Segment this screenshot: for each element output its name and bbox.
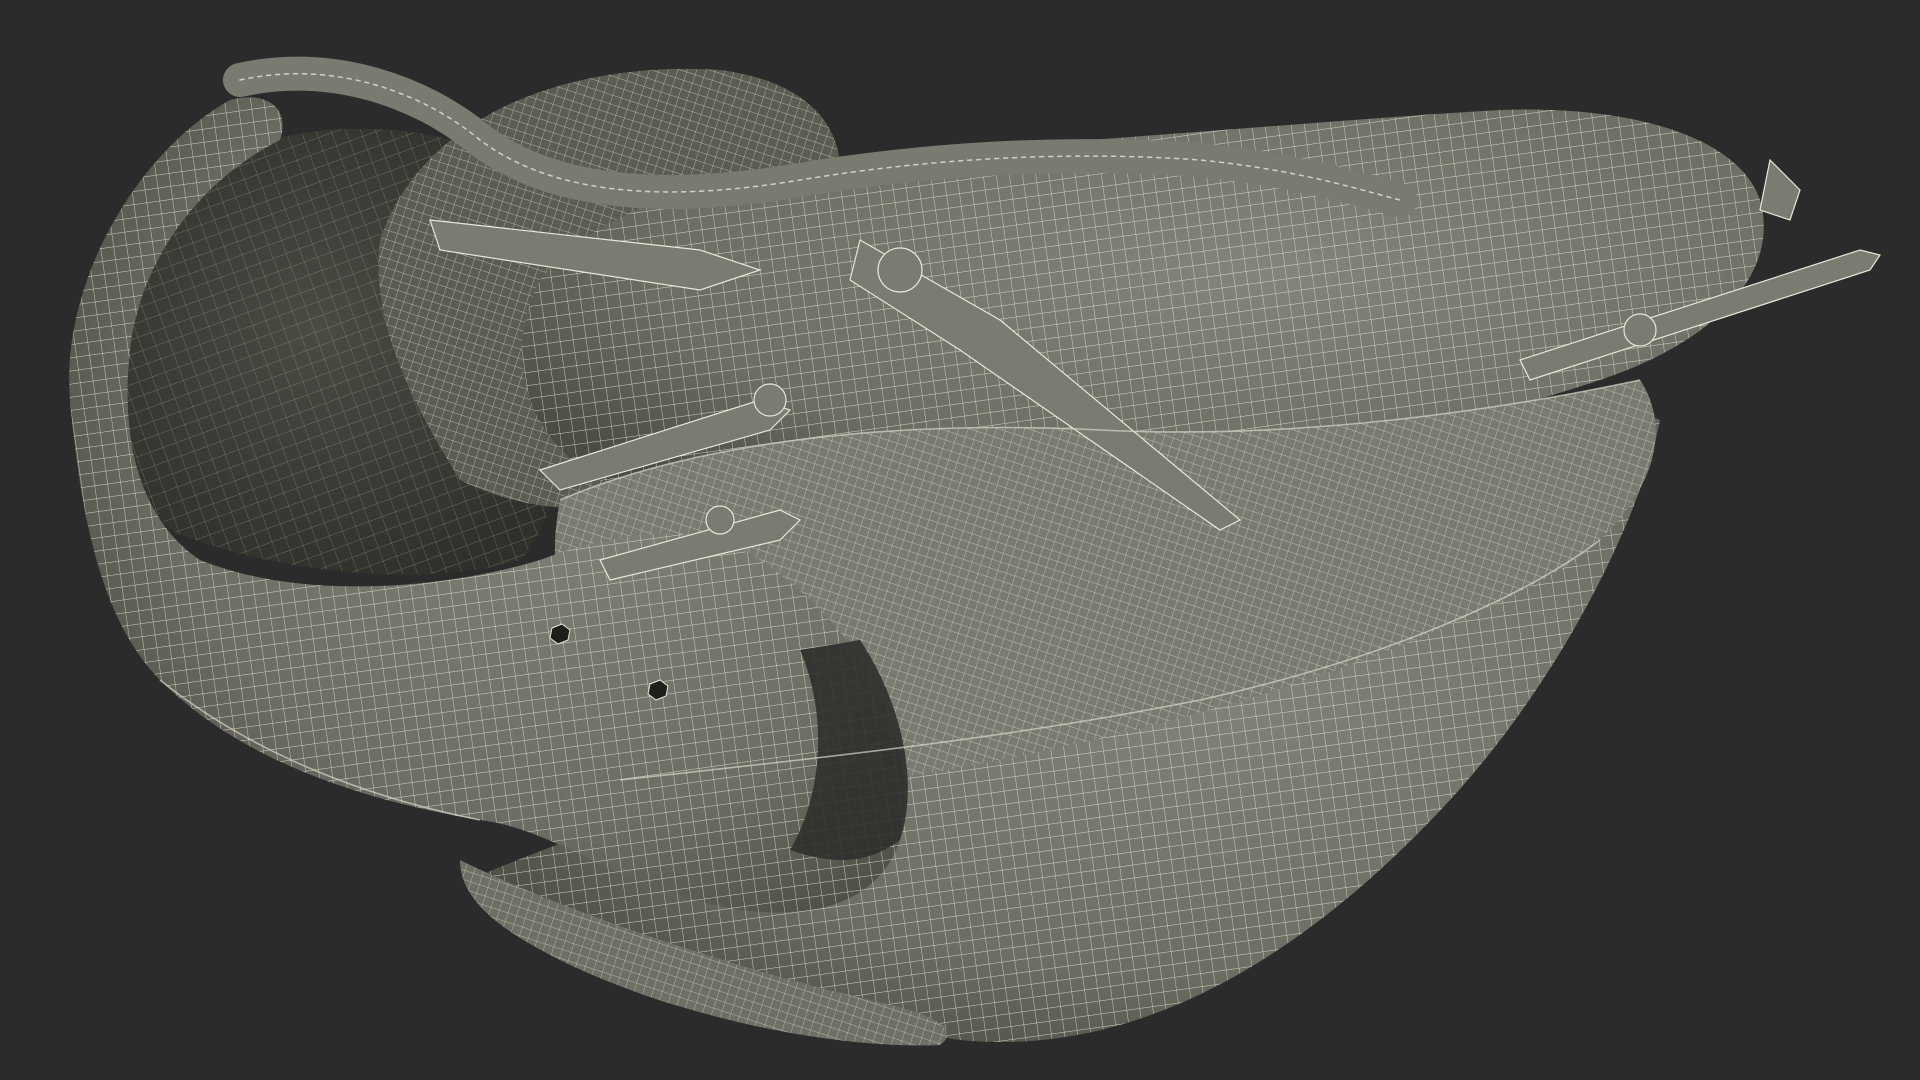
viewport [0, 0, 1920, 1080]
wireframe-render [69, 56, 1881, 1046]
